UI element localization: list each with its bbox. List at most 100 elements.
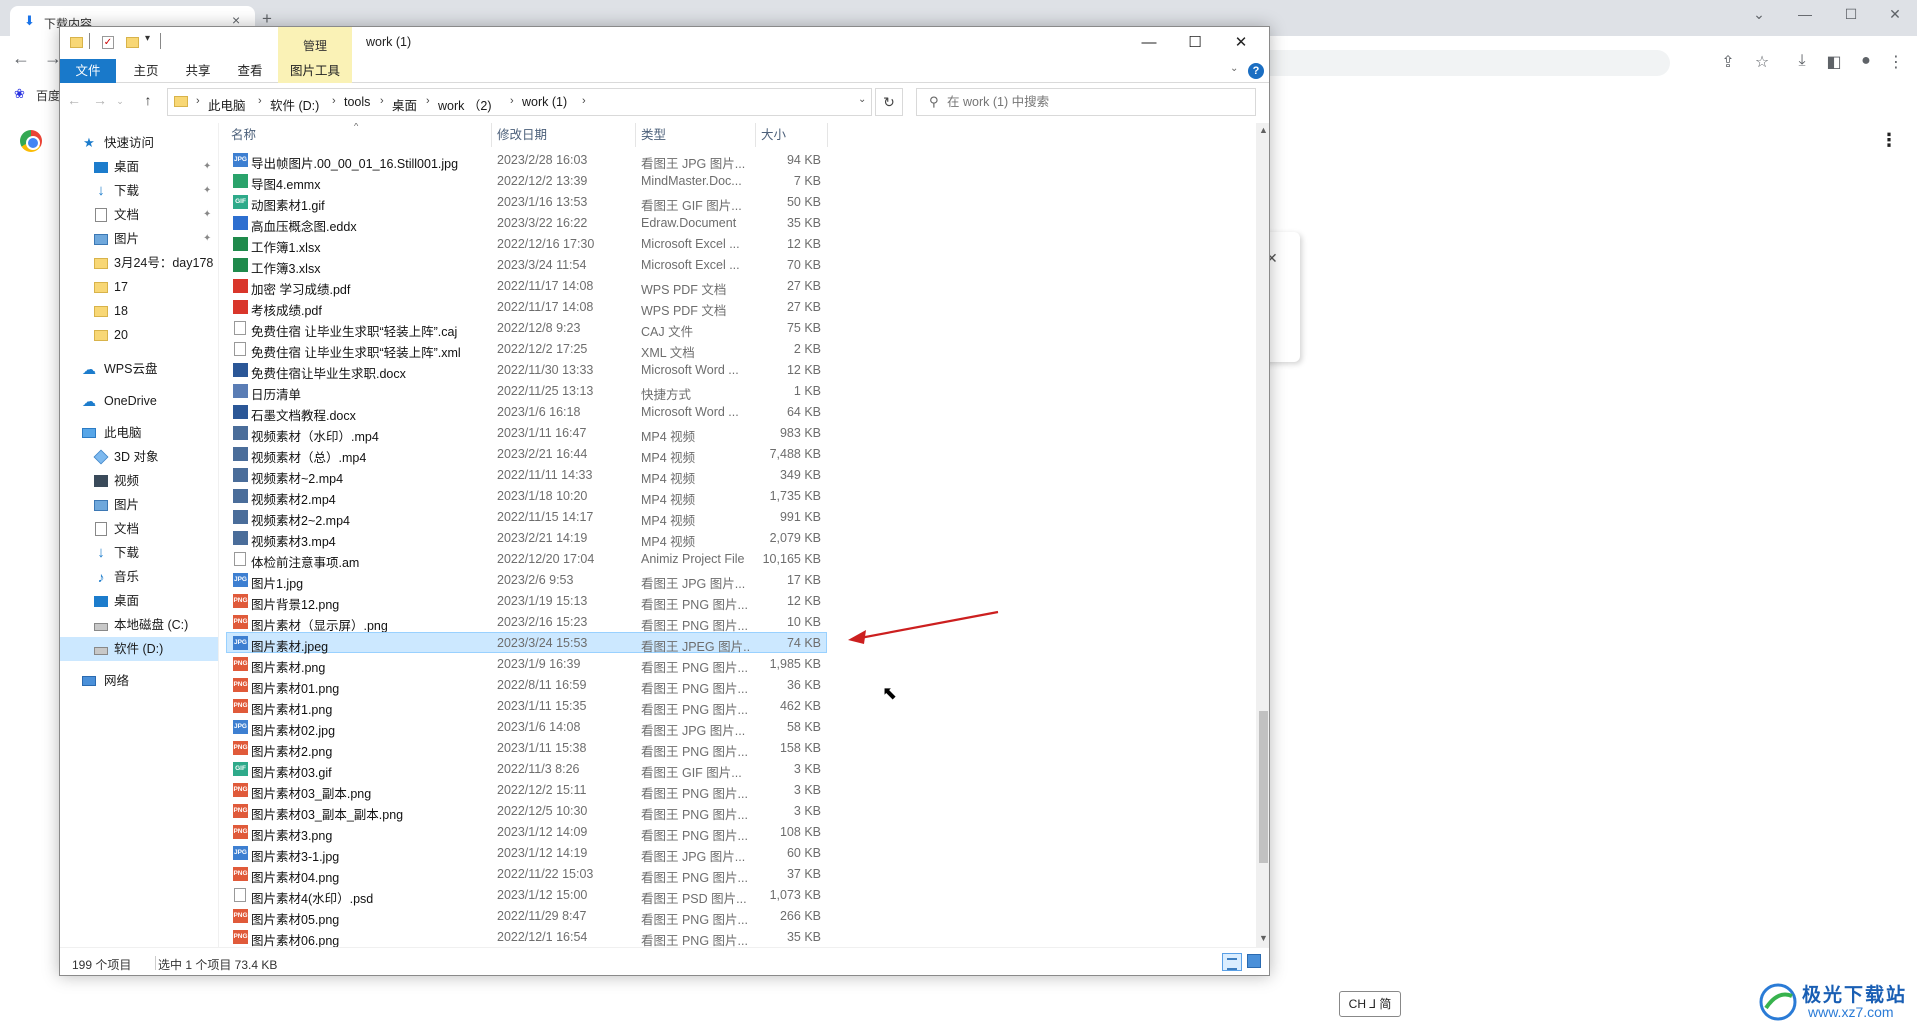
table-row[interactable]: PNG 图片素材06.png 2022/12/1 16:54 看图王 PNG 图片..…	[226, 926, 1256, 947]
refresh-button[interactable]: ↻	[875, 88, 903, 116]
tab-share[interactable]: 共享	[174, 59, 222, 83]
close-button[interactable]: ✕	[1218, 27, 1264, 59]
search-input[interactable]	[947, 92, 1247, 112]
back-arrow-icon[interactable]: ←	[12, 48, 30, 69]
nav-drive-d[interactable]: 软件 (D:)	[60, 637, 218, 661]
table-row[interactable]: PNG 图片素材1.png 2023/1/11 15:35 看图王 PNG 图片...…	[226, 695, 1256, 717]
expand-ribbon-icon[interactable]: ⌄	[1230, 63, 1238, 74]
scrollbar-thumb[interactable]	[1259, 711, 1268, 863]
table-row[interactable]: 视频素材2.mp4 2023/1/18 10:20 MP4 视频 1,735 KB	[226, 485, 1256, 507]
minimize-button[interactable]: —	[1126, 27, 1172, 59]
column-date[interactable]: 修改日期	[492, 123, 636, 147]
tab-file[interactable]: 文件	[60, 59, 116, 83]
menu-icon[interactable]: ⋮	[1886, 52, 1906, 72]
nav-folder-17[interactable]: 17	[60, 275, 218, 299]
bookmark-baidu[interactable]: 百度	[36, 87, 60, 104]
table-row[interactable]: 导图4.emmx 2022/12/2 13:39 MindMaster.Doc...…	[226, 170, 1256, 192]
scroll-up-icon[interactable]: ▲	[1256, 125, 1269, 135]
up-arrow-icon[interactable]: ↑	[138, 92, 158, 108]
table-row[interactable]: 免费住宿 让毕业生求职“轻装上阵”.xml 2022/12/2 17:25 XML …	[226, 338, 1256, 360]
nav-pictures[interactable]: 图片 ✦	[60, 227, 218, 251]
nav-pc-pictures[interactable]: 图片	[60, 493, 218, 517]
side-panel-icon[interactable]: ◧	[1824, 52, 1844, 72]
table-row[interactable]: GIF 图片素材03.gif 2022/11/3 8:26 看图王 GIF 图片...…	[226, 758, 1256, 780]
nav-wps-cloud[interactable]: ☁ WPS云盘	[60, 357, 218, 381]
vertical-scrollbar[interactable]: ▲ ▼	[1256, 123, 1269, 947]
nav-documents[interactable]: 文档 ✦	[60, 203, 218, 227]
breadcrumb[interactable]: 软件 (D:)	[270, 95, 319, 114]
table-row[interactable]: 体检前注意事项.am 2022/12/20 17:04 Animiz Project…	[226, 548, 1256, 570]
table-row[interactable]: PNG 图片素材03_副本_副本.png 2022/12/5 10:30 看图王 PN…	[226, 800, 1256, 822]
table-row[interactable]: JPG 图片素材.jpeg 2023/3/24 15:53 看图王 JPEG 图片..…	[226, 632, 1256, 654]
nav-pc-documents[interactable]: 文档	[60, 517, 218, 541]
table-row[interactable]: PNG 图片素材03_副本.png 2022/12/2 15:11 看图王 PNG 图…	[226, 779, 1256, 801]
nav-pc-desktop[interactable]: 桌面	[60, 589, 218, 613]
chevron-right-icon[interactable]: ›	[196, 95, 200, 107]
table-row[interactable]: 石墨文档教程.docx 2023/1/6 16:18 Microsoft Word …	[226, 401, 1256, 423]
table-row[interactable]: GIF 动图素材1.gif 2023/1/16 13:53 看图王 GIF 图片...…	[226, 191, 1256, 213]
table-row[interactable]: 视频素材2~2.mp4 2022/11/15 14:17 MP4 视频 991 KB	[226, 506, 1256, 528]
large-icons-view-icon[interactable]	[1247, 954, 1261, 968]
table-row[interactable]: 视频素材~2.mp4 2022/11/11 14:33 MP4 视频 349 KB	[226, 464, 1256, 486]
nav-this-pc[interactable]: 此电脑	[60, 421, 218, 445]
tab-home[interactable]: 主页	[122, 59, 170, 83]
column-type[interactable]: 类型	[636, 123, 756, 147]
search-box[interactable]: ⚲	[916, 88, 1256, 116]
browser-omnibox[interactable]	[1250, 50, 1670, 76]
new-folder-icon[interactable]	[126, 37, 139, 48]
more-options-icon[interactable]: ⋮	[1880, 130, 1898, 151]
nav-folder-18[interactable]: 18	[60, 299, 218, 323]
nav-network[interactable]: 网络	[60, 669, 218, 693]
table-row[interactable]: JPG 图片素材3-1.jpg 2023/1/12 14:19 看图王 JPG 图片.…	[226, 842, 1256, 864]
tab-picture-tools[interactable]: 图片工具	[278, 59, 352, 83]
table-row[interactable]: PNG 图片素材3.png 2023/1/12 14:09 看图王 PNG 图片...…	[226, 821, 1256, 843]
recent-locations-icon[interactable]: ⌄	[110, 96, 130, 107]
table-row[interactable]: 图片素材4(水印）.psd 2023/1/12 15:00 看图王 PSD 图片..…	[226, 884, 1256, 906]
chevron-right-icon[interactable]: ›	[258, 95, 262, 107]
star-icon[interactable]: ☆	[1752, 52, 1772, 72]
table-row[interactable]: 视频素材3.mp4 2023/2/21 14:19 MP4 视频 2,079 KB	[226, 527, 1256, 549]
nav-folder-20[interactable]: 20	[60, 323, 218, 347]
nav-music[interactable]: ♪ 音乐	[60, 565, 218, 589]
table-row[interactable]: JPG 图片素材02.jpg 2023/1/6 14:08 看图王 JPG 图片...…	[226, 716, 1256, 738]
properties-icon[interactable]: ✓	[102, 36, 114, 49]
table-row[interactable]: 免费住宿 让毕业生求职“轻装上阵”.caj 2022/12/8 9:23 CAJ 文…	[226, 317, 1256, 339]
breadcrumb[interactable]: 此电脑	[208, 95, 246, 114]
ime-indicator[interactable]: CH ⅃ 简	[1339, 991, 1401, 1017]
table-row[interactable]: 免费住宿让毕业生求职.docx 2022/11/30 13:33 Microsoft…	[226, 359, 1256, 381]
table-row[interactable]: PNG 图片素材01.png 2022/8/11 16:59 看图王 PNG 图片..…	[226, 674, 1256, 696]
maximize-icon[interactable]: ☐	[1836, 6, 1866, 23]
profile-icon[interactable]: ●	[1856, 52, 1876, 70]
help-icon[interactable]: ?	[1248, 63, 1264, 79]
nav-desktop[interactable]: 桌面 ✦	[60, 155, 218, 179]
column-size[interactable]: 大小	[756, 123, 828, 147]
address-bar[interactable]: › 此电脑 › 软件 (D:) › tools › 桌面 › work （2) …	[167, 88, 872, 116]
share-icon[interactable]: ⇪	[1718, 52, 1738, 72]
breadcrumb[interactable]: work (1)	[522, 95, 567, 109]
table-row[interactable]: PNG 图片素材05.png 2022/11/29 8:47 看图王 PNG 图片..…	[226, 905, 1256, 927]
table-row[interactable]: 工作簿3.xlsx 2023/3/24 11:54 Microsoft Excel …	[226, 254, 1256, 276]
table-row[interactable]: JPG 图片1.jpg 2023/2/6 9:53 看图王 JPG 图片... 17 K…	[226, 569, 1256, 591]
chevron-right-icon[interactable]: ›	[426, 95, 430, 107]
chevron-right-icon[interactable]: ›	[380, 95, 384, 107]
table-row[interactable]: PNG 图片素材04.png 2022/11/22 15:03 看图王 PNG 图片.…	[226, 863, 1256, 885]
breadcrumb[interactable]: tools	[344, 95, 370, 109]
nav-onedrive[interactable]: ☁ OneDrive	[60, 389, 218, 413]
close-icon[interactable]: ✕	[1880, 6, 1910, 23]
download-icon[interactable]: ⤓	[1792, 52, 1812, 70]
table-row[interactable]: 视频素材（总）.mp4 2023/2/21 16:44 MP4 视频 7,488 KB	[226, 443, 1256, 465]
table-row[interactable]: PNG 图片素材2.png 2023/1/11 15:38 看图王 PNG 图片...…	[226, 737, 1256, 759]
chevron-right-icon[interactable]: ›	[510, 95, 514, 107]
forward-arrow-icon[interactable]: →	[90, 92, 110, 108]
back-arrow-icon[interactable]: ←	[64, 92, 84, 108]
table-row[interactable]: PNG 图片背景12.png 2023/1/19 15:13 看图王 PNG 图片..…	[226, 590, 1256, 612]
nav-drive-c[interactable]: 本地磁盘 (C:)	[60, 613, 218, 637]
maximize-button[interactable]: ☐	[1172, 27, 1218, 59]
tab-view[interactable]: 查看	[226, 59, 274, 83]
minimize-icon[interactable]: —	[1790, 6, 1820, 22]
scroll-down-icon[interactable]: ▼	[1256, 933, 1269, 943]
table-row[interactable]: 考核成绩.pdf 2022/11/17 14:08 WPS PDF 文档 27 KB	[226, 296, 1256, 318]
table-row[interactable]: 视频素材（水印）.mp4 2023/1/11 16:47 MP4 视频 983 KB	[226, 422, 1256, 444]
column-name[interactable]: 名称	[226, 123, 492, 147]
breadcrumb[interactable]: work （2)	[438, 95, 491, 114]
